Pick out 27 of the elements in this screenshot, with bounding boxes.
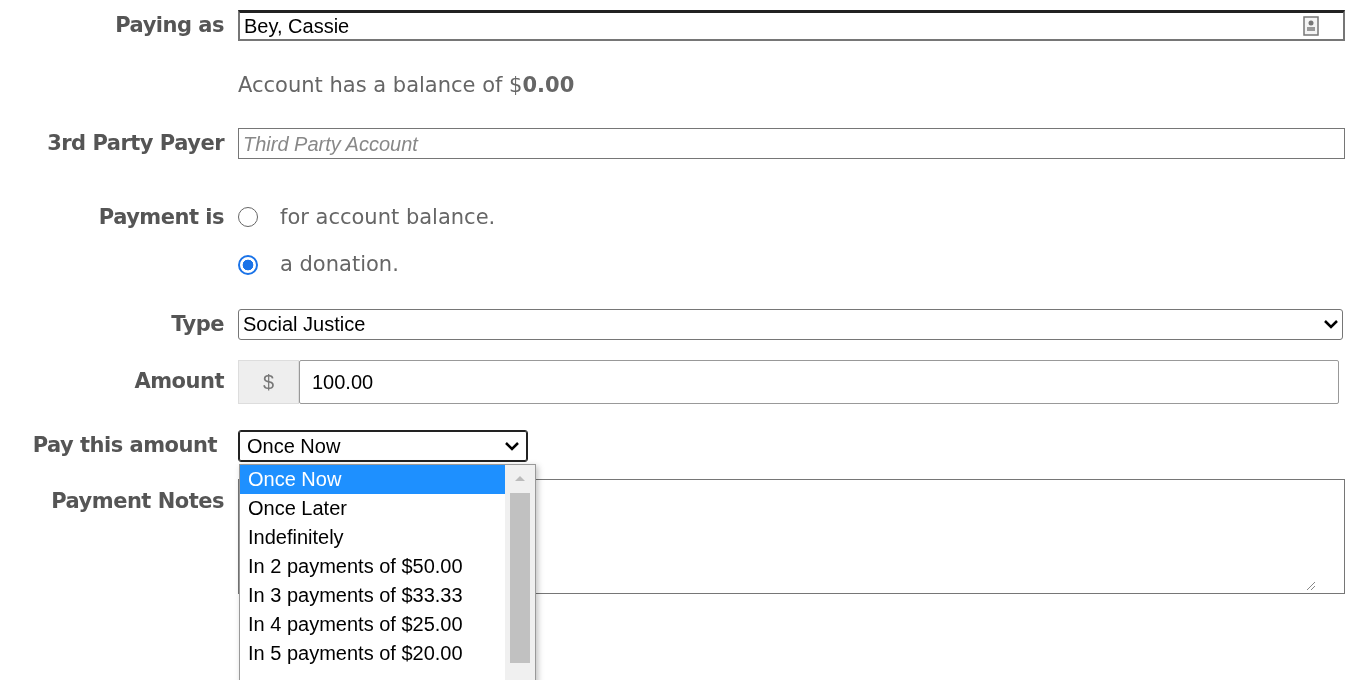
dropdown-option[interactable]: Once Later bbox=[240, 494, 505, 523]
scrollbar[interactable] bbox=[505, 465, 535, 680]
amount-field[interactable]: 100.00 bbox=[299, 360, 1339, 404]
field-label: Pay this amount bbox=[32, 433, 217, 458]
type-select[interactable]: Social Justice bbox=[238, 308, 1343, 340]
radio-label[interactable]: for account balance. bbox=[280, 201, 496, 233]
chevron-down-icon bbox=[505, 441, 519, 451]
field-label: Paying as bbox=[115, 13, 224, 37]
dropdown-option[interactable]: In 4 payments of $25.00 bbox=[240, 610, 505, 639]
field-label: Payment Notes bbox=[51, 489, 224, 513]
field-label: Payment is bbox=[98, 204, 224, 229]
field-label: Type bbox=[171, 311, 224, 336]
dropdown-option[interactable]: In 2 payments of $50.00 bbox=[240, 552, 505, 581]
balance-text: Account has a balance of $0.00 bbox=[238, 71, 575, 99]
third-party-field[interactable]: Third Party Account bbox=[238, 128, 1345, 160]
radio-label[interactable]: a donation. bbox=[280, 249, 399, 281]
field-label: Amount bbox=[134, 369, 224, 394]
contact-card-icon[interactable] bbox=[1303, 16, 1319, 37]
dropdown-option[interactable]: In 3 payments of $33.33 bbox=[240, 581, 505, 610]
paying-as-field[interactable]: Bey, Cassie bbox=[238, 10, 1345, 42]
resize-handle-icon[interactable] bbox=[1306, 581, 1316, 591]
chevron-down-icon bbox=[1324, 319, 1338, 330]
field-label: 3rd Party Payer bbox=[47, 131, 224, 155]
currency-addon: $ bbox=[238, 360, 299, 404]
dropdown-option[interactable]: Indefinitely bbox=[240, 523, 505, 552]
radio-button[interactable] bbox=[238, 254, 258, 275]
dropdown-option[interactable]: In 5 payments of $20.00 bbox=[240, 639, 505, 668]
